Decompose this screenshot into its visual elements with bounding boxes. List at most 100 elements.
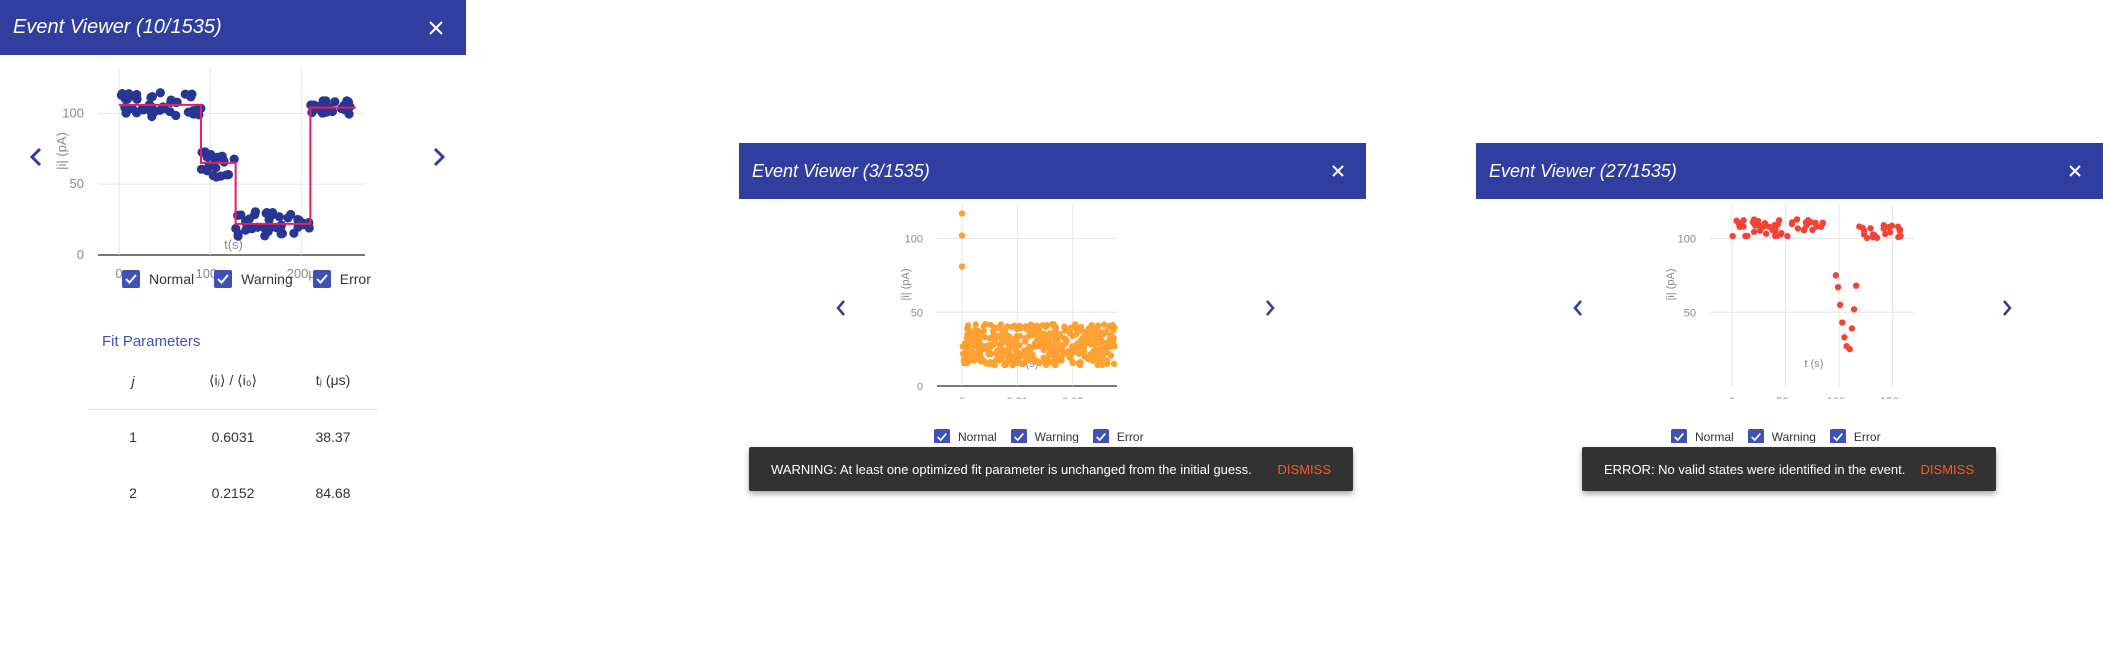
data-point <box>1069 359 1077 367</box>
legend-warning-checkbox[interactable]: Warning <box>214 270 293 288</box>
data-point <box>958 232 966 239</box>
data-point <box>987 334 995 342</box>
legend-warning-checkbox[interactable]: Warning <box>1010 429 1079 443</box>
data-point <box>1058 357 1065 364</box>
data-point <box>1750 228 1758 236</box>
data-point <box>1072 341 1079 349</box>
data-point <box>1110 360 1118 367</box>
data-point <box>978 355 985 362</box>
y-tick-label: 50 <box>1684 307 1696 319</box>
legend-normal-label: Normal <box>958 430 997 443</box>
checkbox-checked-icon <box>122 270 140 288</box>
data-point <box>1841 334 1848 341</box>
data-point <box>1054 338 1061 345</box>
data-point <box>1846 345 1853 353</box>
data-point <box>1762 230 1770 237</box>
data-point <box>147 111 157 122</box>
data-point <box>1803 222 1810 229</box>
fit-parameters-title[interactable]: Fit Parameters <box>102 333 200 350</box>
data-point <box>250 210 260 220</box>
data-point <box>997 332 1005 339</box>
close-icon[interactable] <box>1328 161 1348 181</box>
data-point <box>1030 355 1038 362</box>
table-cell: 84.68 <box>315 485 351 501</box>
legend-warning-label: Warning <box>241 271 293 287</box>
data-point <box>208 170 218 181</box>
x-tick-label: 0.02 <box>1062 396 1083 399</box>
data-point <box>1013 359 1020 366</box>
data-point <box>1860 227 1868 234</box>
data-point <box>1775 217 1783 224</box>
data-point <box>1819 219 1826 226</box>
data-point <box>1066 354 1073 361</box>
x-tick-label: 150μ <box>1880 396 1905 399</box>
data-point <box>982 342 990 350</box>
event-viewer-panel-2: Event Viewer (3/1535) 0 50 100 0 0.01 0.02 |i|… <box>739 143 1366 443</box>
data-point <box>962 344 969 351</box>
checkbox-checked-icon <box>1747 429 1764 443</box>
legend-warning-checkbox[interactable]: Warning <box>1747 429 1816 443</box>
data-point <box>958 263 966 270</box>
data-point <box>194 110 204 120</box>
y-axis-label: |i| (pA) <box>54 132 69 170</box>
data-point <box>1740 223 1747 230</box>
table-row: 1 0.6031 38.37 <box>88 409 378 465</box>
fit-line <box>119 103 356 225</box>
data-point <box>1848 325 1856 332</box>
data-point <box>1839 319 1846 326</box>
data-point <box>1867 225 1874 232</box>
data-point <box>120 94 130 104</box>
data-point <box>263 226 273 237</box>
checkbox-checked-icon <box>1829 429 1846 443</box>
legend-error-checkbox[interactable]: Error <box>1092 429 1144 443</box>
data-point <box>1098 354 1106 362</box>
data-point <box>155 88 165 98</box>
y-tick-label: 100 <box>1678 234 1696 246</box>
checkbox-checked-icon <box>312 270 331 288</box>
data-point <box>1832 272 1840 279</box>
data-point <box>1075 349 1082 357</box>
y-tick-label: 100 <box>62 105 84 120</box>
data-point <box>166 95 176 105</box>
table-header-row: j ⟨iⱼ⟩ / ⟨i₀⟩ tⱼ (μs) <box>88 353 378 410</box>
current-trace-chart: 50 100 0 50μ 100μ 150μ |i| (pA) t (s) <box>1665 203 1914 399</box>
data-point <box>1051 353 1059 360</box>
legend-error-checkbox[interactable]: Error <box>312 270 371 288</box>
legend-error-checkbox[interactable]: Error <box>1829 429 1881 443</box>
data-point <box>1000 338 1008 346</box>
data-point <box>1022 323 1029 330</box>
dismiss-button[interactable]: DISMISS <box>1278 462 1331 477</box>
data-point <box>1034 337 1041 345</box>
warning-snackbar: WARNING: At least one optimized fit para… <box>749 447 1353 491</box>
legend-normal-checkbox[interactable]: Normal <box>1671 429 1734 443</box>
x-axis-label: t (s) <box>1805 358 1824 370</box>
data-point <box>136 105 147 115</box>
close-icon[interactable] <box>424 16 448 40</box>
data-point <box>1039 322 1046 329</box>
event-viewer-title: Event Viewer (10/1535) <box>13 16 222 38</box>
data-point <box>1784 232 1791 240</box>
legend-normal-checkbox[interactable]: Normal <box>934 429 997 443</box>
y-tick-label: 0 <box>917 381 923 393</box>
x-tick-label: 0 <box>1729 396 1735 399</box>
data-point <box>283 213 293 223</box>
data-point <box>1045 351 1053 359</box>
data-point <box>1085 335 1092 343</box>
data-point <box>1081 353 1089 360</box>
data-point <box>1089 356 1096 363</box>
table-cell: 38.37 <box>315 429 351 446</box>
table-cell: 1 <box>129 429 137 446</box>
dismiss-button[interactable]: DISMISS <box>1921 462 1974 477</box>
data-point <box>1749 219 1757 226</box>
x-tick-label: 0 <box>959 396 965 399</box>
event-viewer-panel-3: Event Viewer (27/1535) 50 100 0 50μ 100μ 150μ… <box>1476 143 2103 443</box>
legend-normal-checkbox[interactable]: Normal <box>122 270 194 288</box>
legend-warning-label: Warning <box>1771 430 1816 443</box>
event-viewer-titlebar: Event Viewer (27/1535) <box>1476 143 2103 199</box>
checkbox-checked-icon <box>1671 429 1687 443</box>
data-point <box>1852 282 1860 289</box>
data-point <box>1742 232 1749 240</box>
column-header-current-ratio: ⟨iⱼ⟩ / ⟨i₀⟩ <box>178 353 288 410</box>
close-icon[interactable] <box>2065 161 2085 181</box>
snackbar-message: WARNING: At least one optimized fit para… <box>771 461 1252 477</box>
